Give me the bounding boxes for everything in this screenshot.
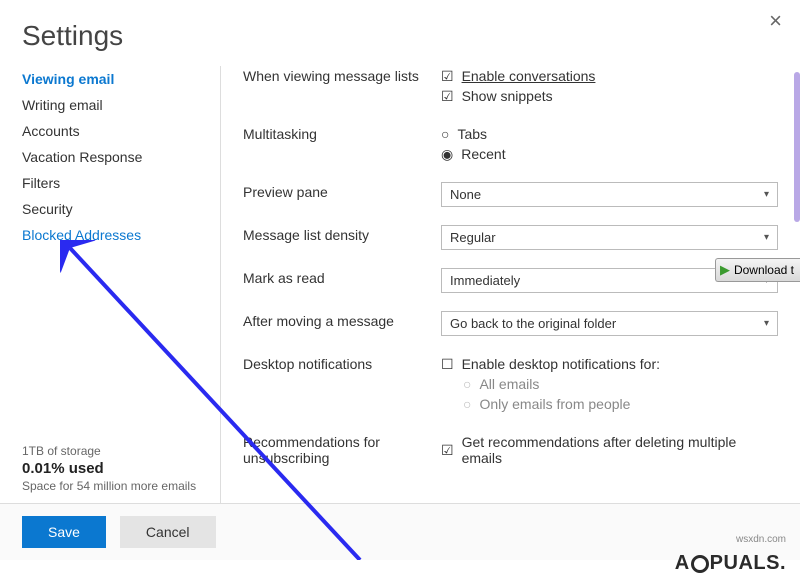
select-value: None	[450, 187, 481, 202]
label-multitasking: Multitasking	[243, 124, 441, 142]
select-after-move[interactable]: Go back to the original folder ▾	[441, 311, 778, 336]
logo-text-b: PUALS.	[710, 552, 786, 575]
sidebar-item-accounts[interactable]: Accounts	[22, 118, 220, 144]
label-density: Message list density	[243, 225, 441, 243]
watermark-logo: A PUALS.	[675, 552, 786, 575]
radio-label: All emails	[479, 376, 539, 392]
sidebar-nav: Viewing email Writing email Accounts Vac…	[22, 66, 220, 444]
dialog-body: Viewing email Writing email Accounts Vac…	[0, 66, 800, 503]
radio-icon: ○	[463, 397, 471, 411]
radio-recent[interactable]: ◉ Recent	[441, 144, 778, 164]
radio-label: Recent	[461, 146, 505, 162]
gear-icon	[691, 555, 709, 573]
storage-info: 1TB of storage 0.01% used Space for 54 m…	[22, 444, 220, 503]
radio-icon: ○	[463, 377, 471, 391]
checkbox-label: Enable desktop notifications for:	[462, 356, 660, 372]
checkbox-icon: ☑	[441, 443, 454, 457]
row-multitasking: Multitasking ○ Tabs ◉ Recent	[243, 124, 778, 164]
play-icon: ▶	[720, 262, 730, 278]
label-desktop-notifications: Desktop notifications	[243, 354, 441, 372]
sidebar-item-writing-email[interactable]: Writing email	[22, 92, 220, 118]
storage-remaining: Space for 54 million more emails	[22, 479, 220, 493]
radio-icon: ○	[441, 127, 449, 141]
sidebar-item-vacation-response[interactable]: Vacation Response	[22, 144, 220, 170]
select-density[interactable]: Regular ▾	[441, 225, 778, 250]
radio-label: Only emails from people	[479, 396, 630, 412]
save-button[interactable]: Save	[22, 516, 106, 548]
checkbox-get-recommendations[interactable]: ☑ Get recommendations after deleting mul…	[441, 432, 778, 468]
close-icon[interactable]: ×	[769, 8, 782, 34]
download-label: Download t	[734, 263, 794, 277]
sidebar-item-viewing-email[interactable]: Viewing email	[22, 66, 220, 92]
scrollbar-thumb[interactable]	[794, 72, 800, 222]
checkbox-icon: ☐	[441, 357, 454, 371]
row-desktop-notifications: Desktop notifications ☐ Enable desktop n…	[243, 354, 778, 414]
chevron-down-icon: ▾	[764, 232, 769, 243]
sidebar-item-blocked-addresses[interactable]: Blocked Addresses	[22, 222, 220, 248]
row-preview-pane: Preview pane None ▾	[243, 182, 778, 207]
storage-total: 1TB of storage	[22, 444, 220, 458]
cancel-button[interactable]: Cancel	[120, 516, 216, 548]
radio-tabs[interactable]: ○ Tabs	[441, 124, 778, 144]
select-value: Go back to the original folder	[450, 316, 616, 331]
row-after-move: After moving a message Go back to the or…	[243, 311, 778, 336]
label-mark-read: Mark as read	[243, 268, 441, 286]
sidebar-item-security[interactable]: Security	[22, 196, 220, 222]
label-after-move: After moving a message	[243, 311, 441, 329]
select-value: Immediately	[450, 273, 520, 288]
label-viewing-lists: When viewing message lists	[243, 66, 441, 84]
page-title: Settings	[0, 0, 800, 66]
checkbox-enable-desktop-notifications[interactable]: ☐ Enable desktop notifications for:	[441, 354, 778, 374]
storage-used: 0.01% used	[22, 460, 220, 477]
row-density: Message list density Regular ▾	[243, 225, 778, 250]
checkbox-label: Enable conversations	[462, 68, 596, 84]
radio-all-emails: ○ All emails	[463, 374, 778, 394]
row-viewing-lists: When viewing message lists ☑ Enable conv…	[243, 66, 778, 106]
download-badge[interactable]: ▶ Download t	[715, 258, 800, 282]
row-mark-read: Mark as read Immediately ▾	[243, 268, 778, 293]
select-value: Regular	[450, 230, 496, 245]
settings-content[interactable]: When viewing message lists ☑ Enable conv…	[220, 66, 800, 503]
sidebar-item-filters[interactable]: Filters	[22, 170, 220, 196]
label-preview-pane: Preview pane	[243, 182, 441, 200]
label-recommendations: Recommendations for unsubscribing	[243, 432, 441, 466]
sidebar: Viewing email Writing email Accounts Vac…	[0, 66, 220, 503]
checkbox-icon: ☑	[441, 89, 454, 103]
logo-text-a: A	[675, 552, 690, 575]
chevron-down-icon: ▾	[764, 189, 769, 200]
radio-icon: ◉	[441, 147, 453, 161]
checkbox-enable-conversations[interactable]: ☑ Enable conversations	[441, 66, 778, 86]
radio-only-people: ○ Only emails from people	[463, 394, 778, 414]
row-recommendations: Recommendations for unsubscribing ☑ Get …	[243, 432, 778, 468]
checkbox-show-snippets[interactable]: ☑ Show snippets	[441, 86, 778, 106]
settings-dialog: × Settings Viewing email Writing email A…	[0, 0, 800, 581]
select-preview-pane[interactable]: None ▾	[441, 182, 778, 207]
chevron-down-icon: ▾	[764, 318, 769, 329]
radio-label: Tabs	[457, 126, 487, 142]
watermark-source: wsxdn.com	[736, 534, 786, 545]
checkbox-label: Show snippets	[462, 88, 553, 104]
checkbox-icon: ☑	[441, 69, 454, 83]
checkbox-label: Get recommendations after deleting multi…	[462, 434, 778, 466]
